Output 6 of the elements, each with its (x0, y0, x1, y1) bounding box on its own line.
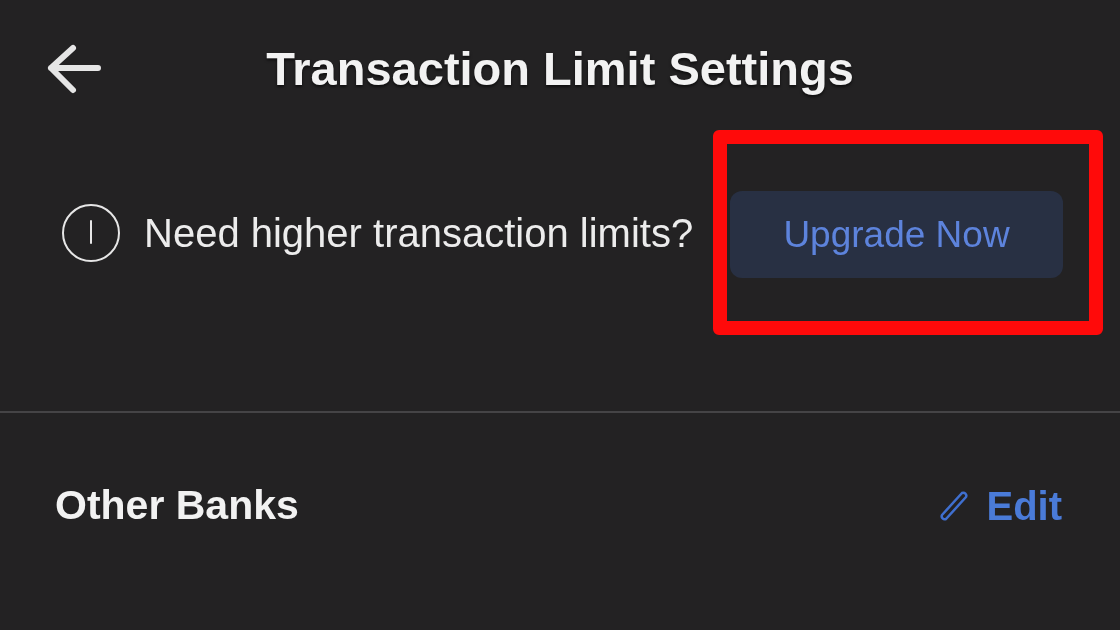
upgrade-prompt-text: Need higher transaction limits? (144, 212, 694, 253)
pencil-icon (938, 489, 971, 522)
section-title: Other Banks (55, 485, 299, 526)
upgrade-now-button[interactable]: Upgrade Now (730, 191, 1063, 278)
edit-button[interactable]: Edit (938, 485, 1062, 526)
info-icon (62, 203, 120, 262)
